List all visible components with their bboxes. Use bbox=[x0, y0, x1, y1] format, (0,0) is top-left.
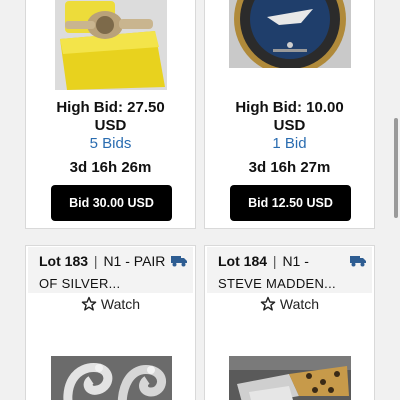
star-outline-icon bbox=[81, 296, 97, 311]
watch-box-image bbox=[55, 0, 167, 90]
lot-title: N1 - bbox=[282, 253, 309, 269]
high-bid-label: High Bid: 27.50 USD bbox=[56, 99, 165, 134]
lot-card[interactable]: Lot 183 | N1 - PAIR OF SILVER... Watch bbox=[25, 245, 196, 400]
lot-image[interactable] bbox=[55, 0, 167, 90]
lot-image[interactable] bbox=[229, 356, 351, 400]
bids-count-link[interactable]: 5 Bids bbox=[26, 135, 195, 153]
lot-image[interactable] bbox=[51, 356, 172, 400]
lot-card[interactable]: High Bid: 27.50 USD 5 Bids 3d 16h 26m Bi… bbox=[25, 0, 196, 229]
truck-icon bbox=[171, 256, 187, 267]
lot-title-line1: Lot 184 | N1 - bbox=[218, 252, 309, 270]
lot-number: Lot 183 bbox=[39, 253, 89, 269]
coin-image bbox=[229, 0, 351, 68]
time-remaining: 3d 16h 27m bbox=[248, 159, 331, 176]
star-outline-icon bbox=[260, 296, 276, 311]
lot-title-line2: OF SILVER... bbox=[39, 276, 121, 291]
bids-count-link[interactable]: 1 Bid bbox=[205, 135, 374, 153]
bid-button[interactable]: Bid 12.50 USD bbox=[230, 185, 351, 221]
lot-separator: | bbox=[272, 253, 277, 269]
truck-icon bbox=[350, 256, 366, 267]
earrings-image bbox=[51, 356, 172, 400]
lot-card[interactable]: High Bid: 10.00 USD 1 Bid 3d 16h 27m Bid… bbox=[204, 0, 375, 229]
time-remaining: 3d 16h 26m bbox=[69, 159, 152, 176]
lot-header[interactable]: Lot 184 | N1 - STEVE MADDEN... bbox=[207, 247, 372, 293]
lot-header[interactable]: Lot 183 | N1 - PAIR OF SILVER... bbox=[28, 247, 193, 293]
lot-title: N1 - PAIR bbox=[103, 253, 166, 269]
bid-button[interactable]: Bid 30.00 USD bbox=[51, 185, 172, 221]
watch-button[interactable]: Watch bbox=[205, 296, 374, 312]
lot-card[interactable]: Lot 184 | N1 - STEVE MADDEN... Watch bbox=[204, 245, 375, 400]
high-bid-label: High Bid: 10.00 USD bbox=[235, 99, 344, 134]
lot-image[interactable] bbox=[229, 0, 351, 68]
scrollbar[interactable] bbox=[394, 118, 398, 218]
lot-number: Lot 184 bbox=[218, 253, 268, 269]
lot-grid: High Bid: 27.50 USD 5 Bids 3d 16h 26m Bi… bbox=[0, 0, 400, 400]
watch-label: Watch bbox=[279, 296, 320, 312]
watch-button[interactable]: Watch bbox=[26, 296, 195, 312]
lot-title-line1: Lot 183 | N1 - PAIR bbox=[39, 252, 165, 270]
lot-title-line2: STEVE MADDEN... bbox=[218, 276, 336, 291]
sneakers-image bbox=[229, 356, 351, 400]
watch-label: Watch bbox=[100, 296, 141, 312]
lot-separator: | bbox=[93, 253, 98, 269]
